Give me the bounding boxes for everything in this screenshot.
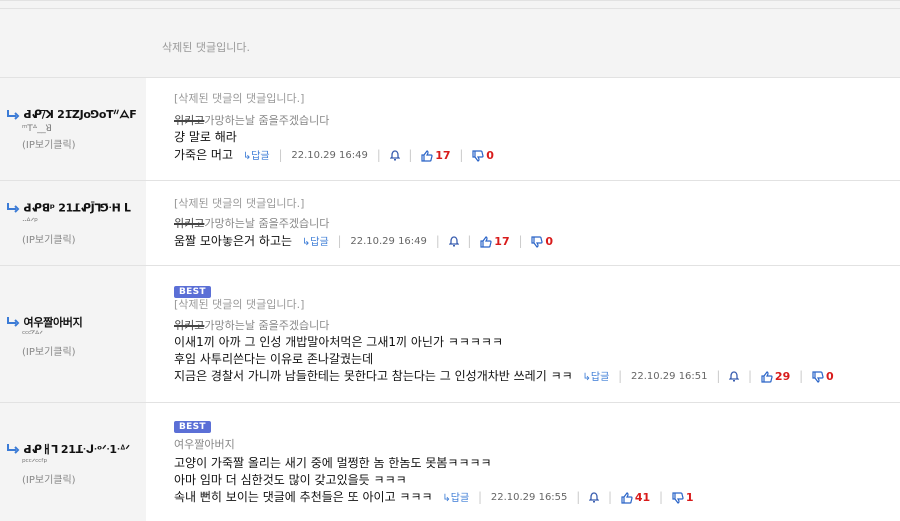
deleted-comment-text: 삭제된 댓글입니다. [162, 41, 250, 54]
reply-button[interactable]: ↳답글 [243, 151, 270, 162]
mention-rest: 가망하는날 줌을주겠습니다 [204, 114, 330, 127]
comment-row: ꓒ̄ᕵ̄ꓭᵖ 21ꓕ̄ᕵ̄J̄ꓶꓨ̄ᐧꓧ̄ ᒪ ᐧᐧᐞᐟᵖ (IP보기클릭) [… [0, 181, 900, 266]
reply-arrow-icon [7, 317, 20, 327]
author-sub: ᵐꓔᐞ__ꓤ̄ [22, 124, 52, 134]
comment-line: 걍 말로 해라 [174, 130, 237, 144]
mention-line: 위키고가망하는날 줌을주겠습니다 [174, 317, 329, 333]
comment-date: 22.10.29 16:49 [291, 150, 368, 161]
thumbs-down-icon [531, 235, 543, 248]
downvote-count: 0 [545, 235, 553, 248]
comment-author[interactable]: ꓒ̄ᕵ̄/̅ꓘ 21̅ꓜ̄JoꓨoꓔᐥᗋF [6, 108, 137, 122]
comment-meta-line: 가죽은 머고 ↳답글 | 22.10.29 16:49 | | 17 | 0 [174, 148, 494, 162]
best-badge: BEST [174, 421, 211, 433]
downvote-button[interactable]: 0 [472, 148, 494, 162]
mention-line: 위키고가망하는날 줌을주겠습니다 [174, 215, 329, 231]
author-name[interactable]: ꓒ̄ᕵ̄ꓭᵖ 21ꓕ̄ᕵ̄J̄ꓶꓨ̄ᐧꓧ̄ ᒪ [24, 202, 131, 215]
thumbs-down-icon [672, 491, 684, 504]
author-sub: ᐧᐧᐞᐟᵖ [22, 217, 38, 227]
report-bell-icon[interactable] [729, 371, 740, 382]
reply-button[interactable]: ↳답글 [302, 237, 329, 248]
parent-reference: [삭제된 댓글의 댓글입니다.] [174, 92, 305, 105]
mention-line: 위키고가망하는날 줌을주겠습니다 [174, 112, 329, 128]
author-sub: ᵖᶜᶜᐟᶜᶜᶠᵖ [22, 458, 48, 468]
comment-line: 움짤 모아놓은거 하고는 [174, 234, 293, 248]
reply-button[interactable]: ↳답글 [442, 493, 469, 504]
comment-line: 지금은 경찰서 가니까 남들한테는 못한다고 참는다는 그 인성개차반 쓰레기 … [174, 369, 573, 383]
thumbs-up-icon [421, 149, 433, 162]
upvote-button[interactable]: 17 [480, 234, 510, 248]
upvote-count: 41 [634, 491, 651, 504]
comment-author[interactable]: ꓒ̄ᕵ̄ㅐꓶ 21ꓕ̄ᐧᒍᐧᵒᐟᐧ1ᐧᐞᐟ [6, 441, 130, 457]
mention-line: 여우짤아버지 [174, 436, 235, 452]
comment-line: 이새1끼 아까 그 인성 개밥말아처먹은 그새1끼 아닌가 ㅋㅋㅋㅋㅋ [174, 335, 504, 349]
deleted-comment-row: 삭제된 댓글입니다. [0, 9, 900, 78]
downvote-count: 0 [486, 149, 494, 162]
downvote-count: 1 [685, 491, 694, 504]
upvote-count: 17 [494, 235, 510, 248]
ip-view-link[interactable]: (IP보기클릭) [22, 136, 76, 151]
downvote-count: 0 [825, 370, 834, 383]
thumbs-up-icon [480, 235, 492, 248]
comment-row: ꓒ̄ᕵ̄/̅ꓘ 21̅ꓜ̄JoꓨoꓔᐥᗋF ᵐꓔᐞ__ꓤ̄ (IP보기클릭) [… [0, 78, 900, 181]
comment-meta-line: 지금은 경찰서 가니까 남들한테는 못한다고 참는다는 그 인성개차반 쓰레기 … [174, 369, 834, 383]
downvote-button[interactable]: 1 [672, 490, 694, 504]
comment-line: 속내 뻔히 보이는 댓글에 추천들은 또 아이고 ㅋㅋㅋ [174, 490, 433, 504]
thumbs-down-icon [812, 370, 824, 383]
comment-list: 삭제된 댓글입니다. ꓒ̄ᕵ̄/̅ꓘ 21̅ꓜ̄JoꓨoꓔᐥᗋF ᵐꓔᐞ__ꓤ̄… [0, 0, 900, 521]
ip-view-link[interactable]: (IP보기클릭) [22, 231, 76, 246]
comment-date: 22.10.29 16:55 [490, 492, 568, 503]
reply-button[interactable]: ↳답글 [582, 372, 609, 383]
thumbs-up-icon [621, 491, 633, 504]
mention-rest: 가망하는날 줌을주겠습니다 [204, 217, 330, 230]
reply-arrow-icon [7, 203, 20, 213]
upvote-count: 29 [774, 370, 791, 383]
report-bell-icon[interactable] [448, 236, 459, 247]
upvote-button[interactable]: 17 [421, 148, 451, 162]
author-name[interactable]: 여우짤아버지 [24, 316, 83, 329]
reply-arrow-icon [7, 110, 20, 120]
upvote-count: 17 [435, 149, 451, 162]
comment-row-partial [0, 1, 900, 9]
author-name[interactable]: ꓒ̄ᕵ̄ㅐꓶ 21ꓕ̄ᐧᒍᐧᵒᐟᐧ1ᐧᐞᐟ [24, 443, 131, 456]
reply-arrow-icon [7, 444, 20, 454]
downvote-button[interactable]: 0 [531, 234, 553, 248]
comment-meta-line: 움짤 모아놓은거 하고는 ↳답글 | 22.10.29 16:49 | | 17… [174, 234, 553, 248]
comment-date: 22.10.29 16:49 [350, 236, 427, 247]
ip-view-link[interactable]: (IP보기클릭) [22, 471, 76, 486]
comment-line: 고양이 가죽짤 올리는 새기 중에 멀쩡한 놈 한놈도 못봄ㅋㅋㅋㅋ [174, 456, 492, 470]
report-bell-icon[interactable] [389, 150, 400, 161]
comment-date: 22.10.29 16:51 [630, 371, 708, 382]
mention-strike: 위키고 [174, 319, 205, 332]
comment-row: 여우짤아버지 ᶜᶜᶜᐟ̅ᐞᐟ (IP보기클릭) BEST [삭제된 댓글의 댓글… [0, 266, 900, 403]
mention-rest: 가망하는날 줌을주겠습니다 [204, 319, 330, 332]
thumbs-down-icon [472, 149, 484, 162]
author-name[interactable]: ꓒ̄ᕵ̄/̅ꓘ 21̅ꓜ̄JoꓨoꓔᐥᗋF [24, 108, 137, 121]
comment-row: ꓒ̄ᕵ̄ㅐꓶ 21ꓕ̄ᐧᒍᐧᵒᐟᐧ1ᐧᐞᐟ ᵖᶜᶜᐟᶜᶜᶠᵖ (IP보기클릭) … [0, 403, 900, 521]
comment-line: 가죽은 머고 [174, 148, 234, 162]
report-bell-icon[interactable] [589, 492, 600, 503]
upvote-button[interactable]: 29 [761, 369, 790, 383]
comment-author[interactable]: 여우짤아버지 [6, 314, 83, 330]
mention-strike: 위키고 [174, 217, 205, 230]
upvote-button[interactable]: 41 [621, 490, 650, 504]
comment-line: 아마 임마 더 심한것도 많이 갖고있을듯 ㅋㅋㅋ [174, 473, 407, 487]
thumbs-up-icon [761, 370, 773, 383]
comment-author[interactable]: ꓒ̄ᕵ̄ꓭᵖ 21ꓕ̄ᕵ̄J̄ꓶꓨ̄ᐧꓧ̄ ᒪ [6, 201, 131, 215]
parent-reference: [삭제된 댓글의 댓글입니다.] [174, 298, 305, 311]
downvote-button[interactable]: 0 [812, 369, 834, 383]
comment-line: 후임 사투리쓴다는 이유로 존나갈궜는데 [174, 352, 374, 366]
ip-view-link[interactable]: (IP보기클릭) [22, 343, 76, 358]
mention-rest: 여우짤아버지 [174, 438, 235, 451]
mention-strike: 위키고 [174, 114, 205, 127]
parent-reference: [삭제된 댓글의 댓글입니다.] [174, 197, 305, 210]
comment-meta-line: 속내 뻔히 보이는 댓글에 추천들은 또 아이고 ㅋㅋㅋ ↳답글 | 22.10… [174, 490, 694, 504]
author-sub: ᶜᶜᶜᐟ̅ᐞᐟ [22, 330, 43, 340]
